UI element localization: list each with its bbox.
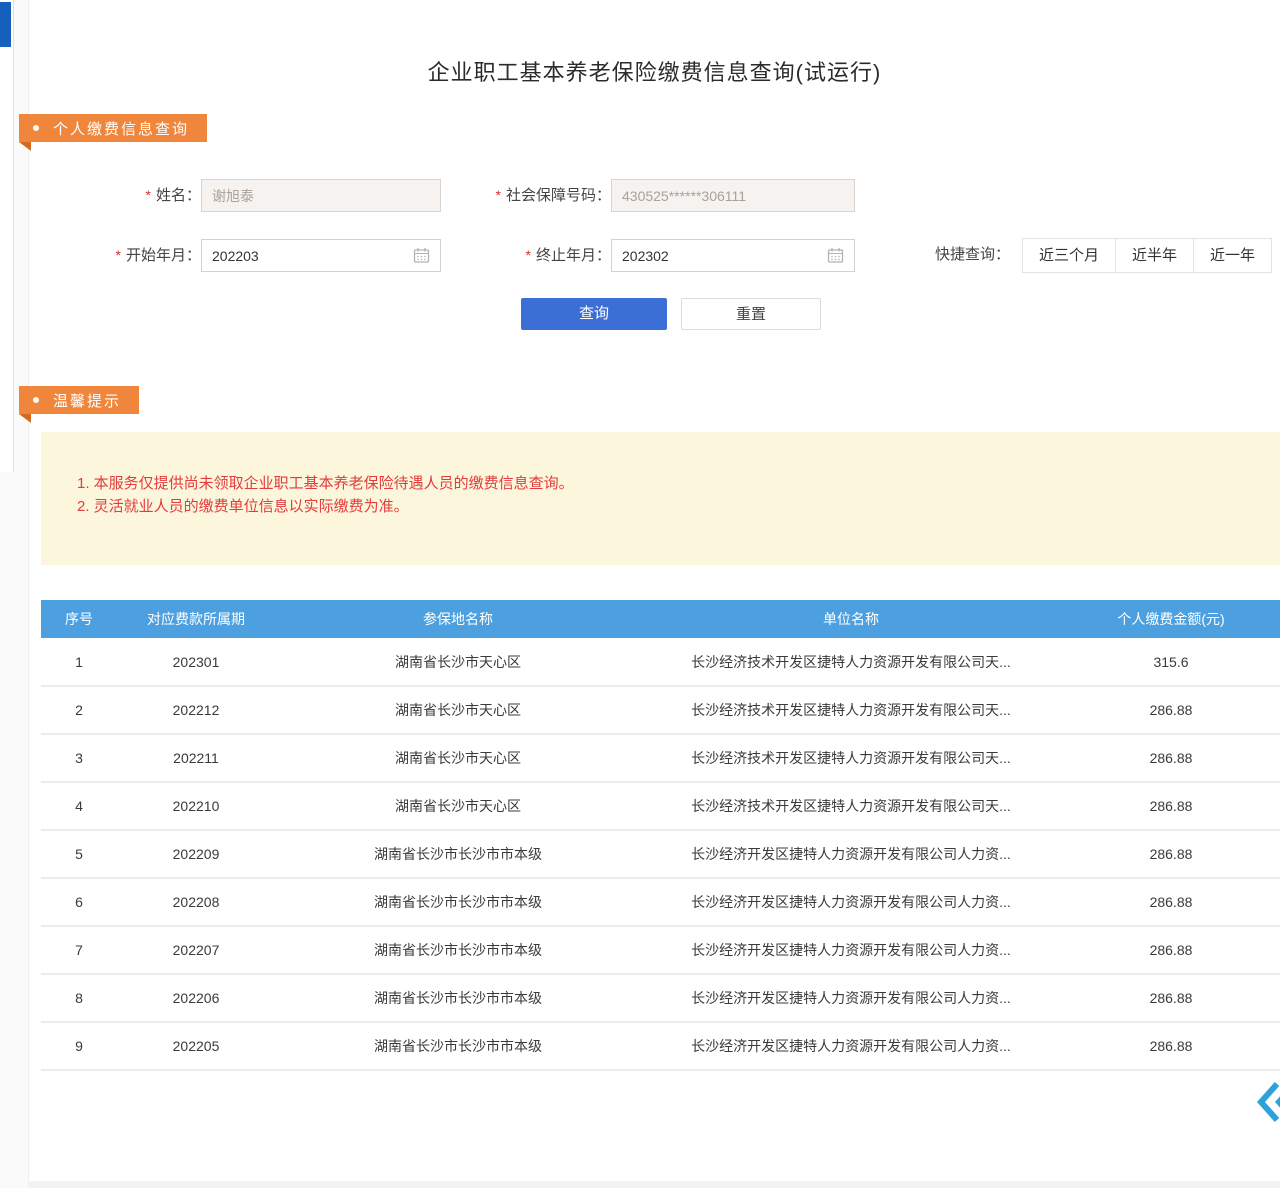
table-row: 6202208湖南省长沙市长沙市市本级长沙经济开发区捷特人力资源开发有限公司人力…	[41, 878, 1280, 926]
table-row: 2202212湖南省长沙市天心区长沙经济技术开发区捷特人力资源开发有限公司天..…	[41, 686, 1280, 734]
ssn-label: *社会保障号码：	[429, 179, 611, 211]
start-month-value: 202203	[212, 248, 259, 264]
col-header-employer: 单位名称	[641, 600, 1061, 638]
quick-btn-last-year[interactable]: 近一年	[1193, 238, 1272, 273]
page-title: 企业职工基本养老保险缴费信息查询(试运行)	[29, 55, 1280, 87]
quick-query-label: 快捷查询：	[935, 238, 1010, 272]
required-asterisk: *	[146, 187, 151, 203]
col-header-seq: 序号	[41, 600, 117, 638]
required-asterisk: *	[496, 187, 501, 203]
payment-records-table: 序号 对应费款所属期 参保地名称 单位名称 个人缴费金额(元) 1202301湖…	[41, 600, 1280, 1071]
end-month-field[interactable]: 202302	[611, 239, 855, 272]
left-gutter	[0, 0, 28, 1188]
calendar-icon[interactable]	[413, 247, 430, 264]
col-header-amount: 个人缴费金额(元)	[1061, 600, 1280, 638]
tips-notice-box: 1. 本服务仅提供尚未领取企业职工基本养老保险待遇人员的缴费信息查询。 2. 灵…	[41, 432, 1280, 565]
table-row: 3202211湖南省长沙市天心区长沙经济技术开发区捷特人力资源开发有限公司天..…	[41, 734, 1280, 782]
table-row: 8202206湖南省长沙市长沙市市本级长沙经济开发区捷特人力资源开发有限公司人力…	[41, 974, 1280, 1022]
name-field[interactable]: 谢旭泰	[201, 179, 441, 212]
tip-line: 2. 灵活就业人员的缴费单位信息以实际缴费为准。	[77, 495, 1280, 518]
reset-button[interactable]: 重置	[681, 298, 821, 330]
table-row: 9202205湖南省长沙市长沙市市本级长沙经济开发区捷特人力资源开发有限公司人力…	[41, 1022, 1280, 1070]
main-panel: 企业职工基本养老保险缴费信息查询(试运行) 个人缴费信息查询 *姓名： 谢旭泰 …	[28, 0, 1280, 1181]
name-value: 谢旭泰	[212, 186, 254, 206]
col-header-insured-place: 参保地名称	[275, 600, 641, 638]
end-month-value: 202302	[622, 248, 669, 264]
start-month-label: *开始年月：	[59, 239, 201, 271]
end-month-label: *终止年月：	[469, 239, 611, 271]
left-blue-block	[0, 2, 11, 47]
quick-btn-last-3-months[interactable]: 近三个月	[1022, 238, 1116, 273]
calendar-icon[interactable]	[827, 247, 844, 264]
table-row: 1202301湖南省长沙市天心区长沙经济技术开发区捷特人力资源开发有限公司天..…	[41, 638, 1280, 686]
section-header-tips: 温馨提示	[19, 386, 139, 414]
tip-line: 1. 本服务仅提供尚未领取企业职工基本养老保险待遇人员的缴费信息查询。	[77, 472, 1280, 495]
quick-query-group: 近三个月 近半年 近一年	[1023, 238, 1272, 273]
start-month-field[interactable]: 202203	[201, 239, 441, 272]
section-header-label: 温馨提示	[53, 390, 121, 411]
bullet-dot-icon	[33, 397, 39, 403]
section-header-personal-payment-query: 个人缴费信息查询	[19, 114, 207, 142]
table-row: 4202210湖南省长沙市天心区长沙经济技术开发区捷特人力资源开发有限公司天..…	[41, 782, 1280, 830]
quick-btn-last-half-year[interactable]: 近半年	[1115, 238, 1194, 273]
ssn-value: 430525******306111	[622, 188, 746, 204]
table-header-row: 序号 对应费款所属期 参保地名称 单位名称 个人缴费金额(元)	[41, 600, 1280, 638]
ssn-field[interactable]: 430525******306111	[611, 179, 855, 212]
table-row: 5202209湖南省长沙市长沙市市本级长沙经济开发区捷特人力资源开发有限公司人力…	[41, 830, 1280, 878]
name-label: *姓名：	[79, 179, 201, 211]
section-header-label: 个人缴费信息查询	[53, 118, 189, 139]
col-header-period: 对应费款所属期	[117, 600, 275, 638]
table-row: 7202207湖南省长沙市长沙市市本级长沙经济开发区捷特人力资源开发有限公司人力…	[41, 926, 1280, 974]
left-substrip	[0, 0, 14, 472]
query-button[interactable]: 查询	[521, 298, 667, 330]
required-asterisk: *	[116, 247, 121, 263]
bullet-dot-icon	[33, 125, 39, 131]
required-asterisk: *	[526, 247, 531, 263]
double-chevron-left-icon[interactable]	[1257, 1080, 1280, 1124]
